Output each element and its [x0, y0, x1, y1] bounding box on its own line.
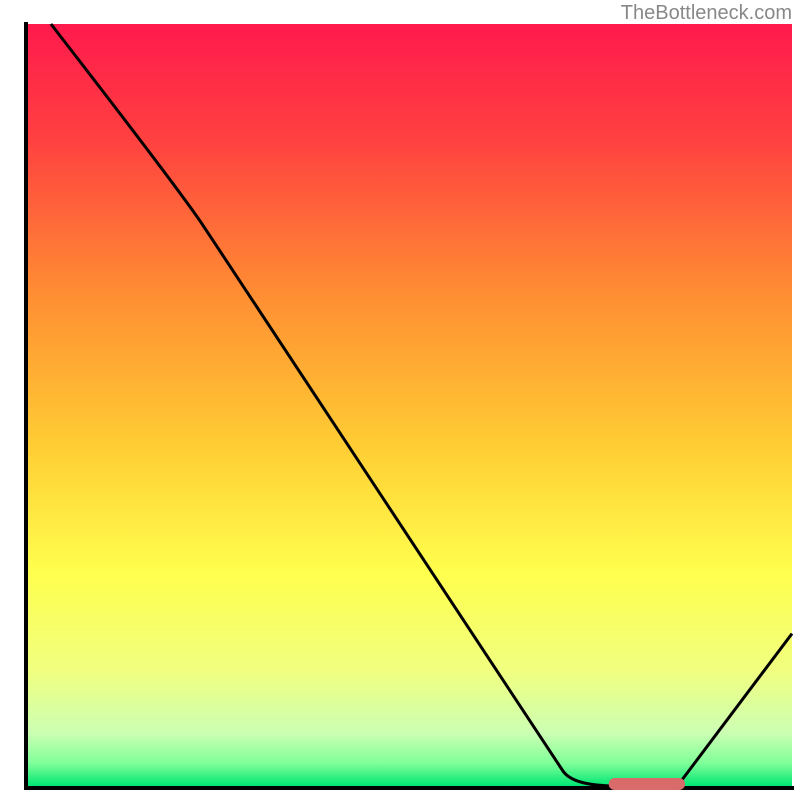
watermark-text: TheBottleneck.com	[621, 2, 792, 25]
chart-container: TheBottleneck.com	[0, 0, 800, 800]
bottleneck-chart	[0, 0, 800, 800]
gradient-background	[28, 24, 792, 786]
optimal-marker	[609, 778, 685, 790]
y-axis	[24, 22, 28, 790]
